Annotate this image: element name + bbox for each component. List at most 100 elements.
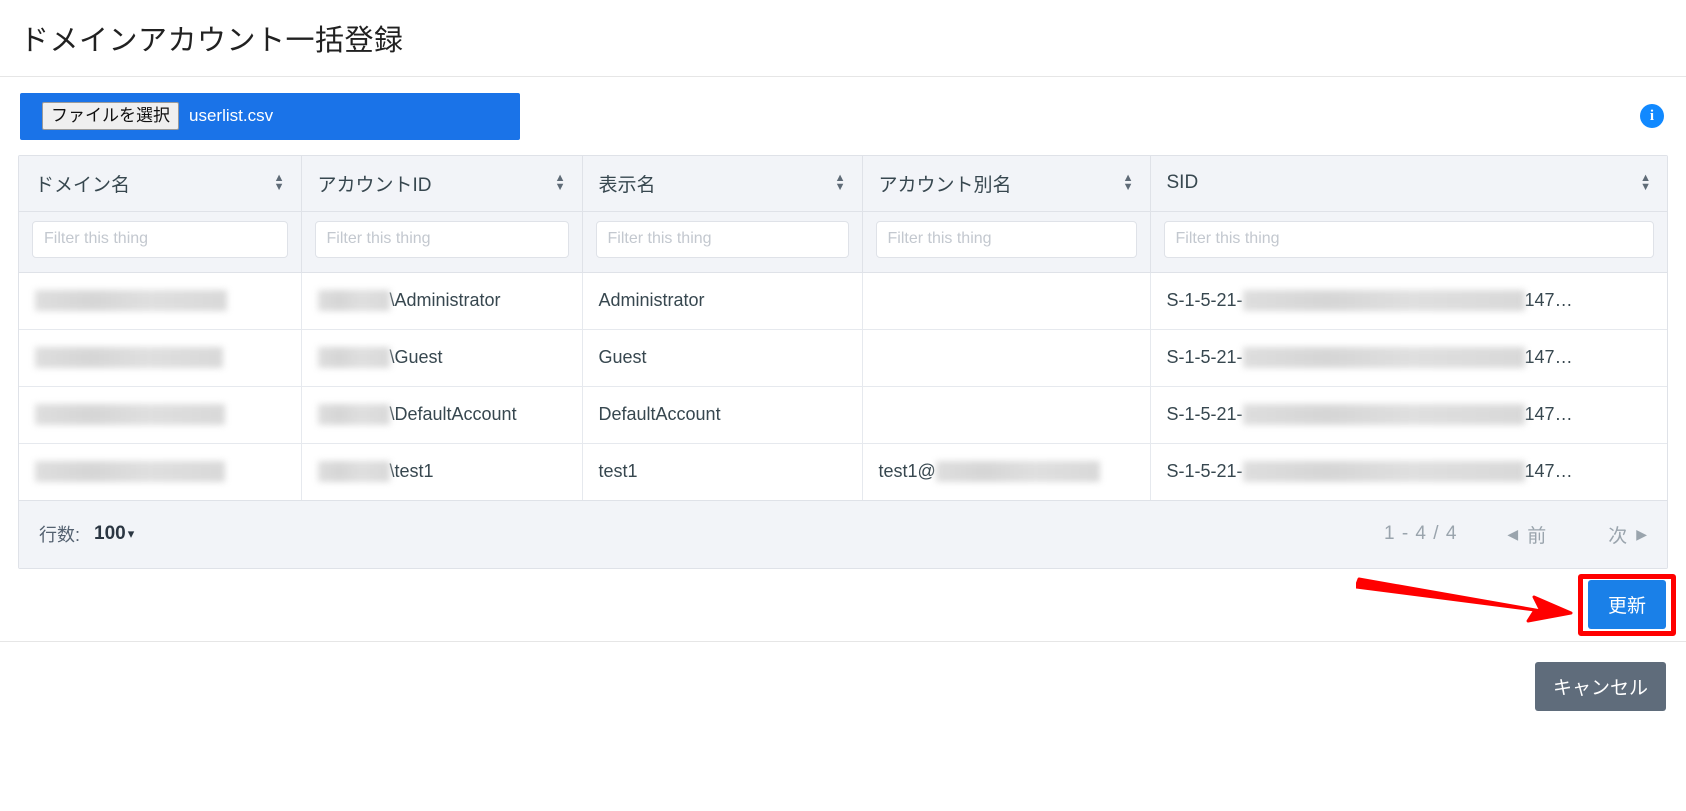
cell-account-alias: test1@ <box>862 443 1151 501</box>
next-page-button[interactable]: 次 ▶ <box>1599 521 1647 548</box>
pagination: 1 - 4 / 4 ◀ 前 次 ▶ <box>1384 521 1647 548</box>
column-label-account-id: アカウントID <box>317 174 432 196</box>
table-row[interactable]: \test1 test1 test1@ S-1-5-21- 147… <box>19 443 1667 501</box>
cell-account-alias <box>862 386 1151 444</box>
dialog-header: ドメインアカウント一括登録 <box>0 0 1686 77</box>
file-upload-row: ファイルを選択 userlist.csv i <box>0 77 1686 155</box>
update-button[interactable]: 更新 <box>1587 580 1666 629</box>
chevron-left-icon: ◀ <box>1507 525 1519 542</box>
column-header-display-name[interactable]: 表示名 ▲ ▼ <box>582 156 863 212</box>
rows-per-page-select[interactable]: 100 ▾ <box>94 523 134 545</box>
cell-account-id: \Administrator <box>301 272 583 330</box>
redacted-sid-middle <box>1242 290 1525 311</box>
filter-input-display-name[interactable] <box>595 220 849 258</box>
cell-domain <box>19 272 302 330</box>
cell-sid: S-1-5-21- 147… <box>1150 272 1667 330</box>
column-label-sid: SID <box>1166 172 1199 194</box>
cell-display-name: DefaultAccount <box>582 386 863 444</box>
table-body: \Administrator Administrator S-1-5-21- 1… <box>19 272 1667 501</box>
column-header-account-id[interactable]: アカウントID ▲ ▼ <box>301 156 583 212</box>
accounts-table: ドメイン名 ▲ ▼ アカウントID ▲ ▼ 表示名 ▲ ▼ アカウント別名 ▲ … <box>19 156 1667 501</box>
rows-per-page-group: 行数: 100 ▾ <box>39 521 134 547</box>
accounts-table-container: ドメイン名 ▲ ▼ アカウントID ▲ ▼ 表示名 ▲ ▼ アカウント別名 ▲ … <box>18 155 1668 569</box>
rows-per-page-value: 100 <box>94 523 126 544</box>
sid-suffix-text: 147… <box>1524 347 1573 367</box>
redacted-sid-middle <box>1242 347 1525 368</box>
table-row[interactable]: \Guest Guest S-1-5-21- 147… <box>19 329 1667 387</box>
filter-cell-domain <box>19 211 302 273</box>
file-input[interactable]: ファイルを選択 userlist.csv <box>20 92 520 140</box>
cancel-button[interactable]: キャンセル <box>1534 662 1666 711</box>
cell-domain <box>19 329 302 387</box>
filter-cell-sid <box>1150 211 1667 273</box>
table-row[interactable]: \Administrator Administrator S-1-5-21- 1… <box>19 272 1667 330</box>
cell-account-id: \DefaultAccount <box>301 386 583 444</box>
filter-input-sid[interactable] <box>1163 220 1654 258</box>
column-header-account-alias[interactable]: アカウント別名 ▲ ▼ <box>862 156 1151 212</box>
table-filter-row <box>19 211 1667 273</box>
column-header-sid[interactable]: SID ▲ ▼ <box>1150 156 1667 212</box>
redacted-domain-prefix <box>317 461 390 482</box>
redacted-domain <box>35 347 223 369</box>
cell-display-name: Administrator <box>582 272 863 330</box>
sort-icon[interactable]: ▲ ▼ <box>1640 173 1651 193</box>
previous-page-label: 前 <box>1527 525 1547 547</box>
table-row[interactable]: \DefaultAccount DefaultAccount S-1-5-21-… <box>19 386 1667 444</box>
filter-input-account-alias[interactable] <box>875 220 1137 258</box>
previous-page-button[interactable]: ◀ 前 <box>1507 521 1555 548</box>
cell-domain <box>19 443 302 501</box>
sid-suffix-text: 147… <box>1524 290 1573 310</box>
account-id-text: \Administrator <box>389 290 501 310</box>
sid-prefix-text: S-1-5-21- <box>1166 404 1243 424</box>
redacted-domain-prefix <box>317 404 390 425</box>
sid-prefix-text: S-1-5-21- <box>1166 290 1243 310</box>
filter-input-account-id[interactable] <box>314 220 569 258</box>
selected-file-name: userlist.csv <box>189 106 274 125</box>
sort-icon[interactable]: ▲ ▼ <box>274 173 285 193</box>
cell-account-alias <box>862 329 1151 387</box>
sid-suffix-text: 147… <box>1524 461 1573 481</box>
column-label-domain: ドメイン名 <box>35 174 131 196</box>
cell-display-name: test1 <box>582 443 863 501</box>
cell-domain <box>19 386 302 444</box>
column-header-domain[interactable]: ドメイン名 ▲ ▼ <box>19 156 302 212</box>
next-page-label: 次 <box>1608 525 1628 547</box>
cell-account-id: \test1 <box>301 443 583 501</box>
chevron-down-icon: ▾ <box>127 526 135 541</box>
redacted-alias-domain <box>935 461 1100 482</box>
annotation-arrow-icon <box>1356 577 1573 622</box>
cell-display-name: Guest <box>582 329 863 387</box>
cell-account-id: \Guest <box>301 329 583 387</box>
choose-file-button[interactable]: ファイルを選択 <box>42 101 179 131</box>
sort-icon[interactable]: ▲ ▼ <box>555 173 566 193</box>
redacted-domain <box>35 290 227 312</box>
sort-icon[interactable]: ▲ ▼ <box>1123 173 1134 193</box>
filter-cell-display-name <box>582 211 863 273</box>
redacted-domain <box>35 461 225 483</box>
table-header-row: ドメイン名 ▲ ▼ アカウントID ▲ ▼ 表示名 ▲ ▼ アカウント別名 ▲ … <box>19 156 1667 212</box>
redacted-domain-prefix <box>317 290 390 311</box>
table-head: ドメイン名 ▲ ▼ アカウントID ▲ ▼ 表示名 ▲ ▼ アカウント別名 ▲ … <box>19 156 1667 273</box>
redacted-domain-prefix <box>317 347 390 368</box>
cell-sid: S-1-5-21- 147… <box>1150 443 1667 501</box>
sid-prefix-text: S-1-5-21- <box>1166 461 1243 481</box>
sort-icon[interactable]: ▲ ▼ <box>835 173 846 193</box>
filter-cell-account-id <box>301 211 583 273</box>
pagination-range: 1 - 4 / 4 <box>1383 523 1458 544</box>
table-footer: 行数: 100 ▾ 1 - 4 / 4 ◀ 前 次 ▶ <box>19 500 1667 568</box>
column-label-account-alias: アカウント別名 <box>878 174 1012 196</box>
redacted-domain <box>35 404 225 426</box>
redacted-sid-middle <box>1242 404 1525 425</box>
bulk-domain-account-registration-dialog: ドメインアカウント一括登録 ファイルを選択 userlist.csv i ドメイ… <box>0 0 1686 811</box>
rows-per-page-label: 行数: <box>39 525 81 545</box>
column-label-display-name: 表示名 <box>598 174 656 196</box>
filter-input-domain[interactable] <box>32 220 288 258</box>
sid-suffix-text: 147… <box>1524 404 1573 424</box>
sid-prefix-text: S-1-5-21- <box>1166 347 1243 367</box>
chevron-right-icon: ▶ <box>1636 525 1647 542</box>
account-id-text: \test1 <box>389 461 434 481</box>
account-alias-text: test1@ <box>878 461 936 481</box>
info-icon[interactable]: i <box>1640 104 1664 128</box>
cell-sid: S-1-5-21- 147… <box>1150 329 1667 387</box>
cell-sid: S-1-5-21- 147… <box>1150 386 1667 444</box>
